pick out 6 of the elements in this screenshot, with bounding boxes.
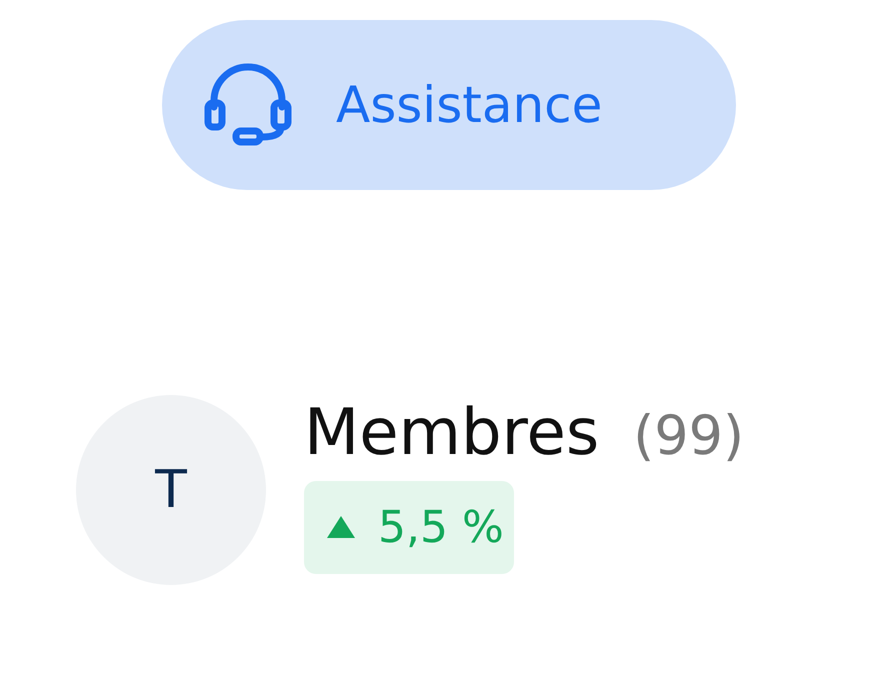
support-button[interactable]: Assistance: [162, 20, 736, 190]
member-count: (99): [633, 408, 744, 462]
members-title: Membres: [304, 400, 600, 464]
headset-icon: [204, 63, 292, 147]
avatar: T: [76, 395, 266, 585]
change-value: 5,5 %: [378, 502, 504, 552]
